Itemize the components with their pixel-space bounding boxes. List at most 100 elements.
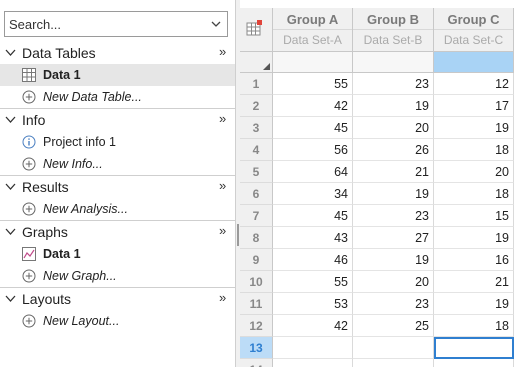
table-cell[interactable]: 17: [434, 95, 514, 117]
row-number[interactable]: 3: [240, 117, 273, 139]
column-header[interactable]: Group B Data Set-B: [353, 8, 434, 51]
table-cell[interactable]: 19: [434, 227, 514, 249]
table-cell[interactable]: 16: [434, 249, 514, 271]
table-cell[interactable]: 12: [434, 73, 514, 95]
column-header[interactable]: Group A Data Set-A: [273, 8, 353, 51]
table-cell[interactable]: 56: [273, 139, 353, 161]
row-number[interactable]: 1: [240, 73, 273, 95]
section-more-button[interactable]: »: [219, 290, 226, 305]
table-cell[interactable]: 18: [434, 183, 514, 205]
table-cell[interactable]: 23: [353, 293, 434, 315]
row-number[interactable]: 14: [240, 359, 273, 367]
section-header[interactable]: Graphs »: [0, 221, 235, 243]
row-number[interactable]: 7: [240, 205, 273, 227]
nav-item[interactable]: Data 1: [0, 64, 235, 86]
chevron-down-icon[interactable]: [5, 115, 16, 124]
row-number[interactable]: 8: [240, 227, 273, 249]
table-cell[interactable]: 15: [434, 205, 514, 227]
row-number[interactable]: 9: [240, 249, 273, 271]
section-more-button[interactable]: »: [219, 223, 226, 238]
chevron-down-icon[interactable]: [209, 16, 223, 32]
column-header[interactable]: Group C Data Set-C: [434, 8, 514, 51]
subcolumn-title-cell[interactable]: [273, 51, 353, 73]
table-cell[interactable]: 34: [273, 183, 353, 205]
table-cell[interactable]: 18: [434, 139, 514, 161]
table-cell[interactable]: 55: [273, 73, 353, 95]
section-header[interactable]: Data Tables »: [0, 42, 235, 64]
row-number[interactable]: 2: [240, 95, 273, 117]
section-header[interactable]: Layouts »: [0, 288, 235, 310]
table-cell[interactable]: 23: [353, 73, 434, 95]
row-number[interactable]: 10: [240, 271, 273, 293]
section-more-button[interactable]: »: [219, 44, 226, 59]
table-cell[interactable]: 19: [353, 249, 434, 271]
table-cell[interactable]: 55: [273, 271, 353, 293]
table-cell[interactable]: 19: [353, 95, 434, 117]
nav-item[interactable]: Data 1: [0, 243, 235, 265]
table-cell[interactable]: [353, 337, 434, 359]
search-placeholder: Search...: [9, 17, 62, 32]
nav-section-layouts: Layouts » New Layout...: [0, 288, 235, 332]
navigator-panel: Search... Data Tables » Data 1 New Data Tab…: [0, 0, 236, 367]
chevron-down-icon[interactable]: [5, 182, 16, 191]
title-row-header[interactable]: [240, 51, 273, 73]
section-more-button[interactable]: »: [219, 178, 226, 193]
table-cell[interactable]: 26: [353, 139, 434, 161]
chevron-down-icon[interactable]: [5, 48, 16, 57]
nav-item[interactable]: New Data Table...: [0, 86, 235, 108]
table-cell[interactable]: 21: [434, 271, 514, 293]
nav-item[interactable]: New Layout...: [0, 310, 235, 332]
row-number[interactable]: 12: [240, 315, 273, 337]
table-cell[interactable]: 45: [273, 117, 353, 139]
add-circle-icon: [22, 90, 36, 104]
nav-item[interactable]: New Info...: [0, 153, 235, 175]
row-number[interactable]: 11: [240, 293, 273, 315]
table-cell[interactable]: 53: [273, 293, 353, 315]
table-cell[interactable]: 20: [353, 117, 434, 139]
table-cell[interactable]: 25: [353, 315, 434, 337]
table-cell[interactable]: 42: [273, 95, 353, 117]
nav-item[interactable]: New Analysis...: [0, 198, 235, 220]
table-cell[interactable]: 21: [353, 161, 434, 183]
section-more-button[interactable]: »: [219, 111, 226, 126]
table-cell[interactable]: [273, 359, 353, 367]
row-number[interactable]: 13: [240, 337, 273, 359]
splitter-grip[interactable]: [237, 224, 239, 246]
table-cell[interactable]: 42: [273, 315, 353, 337]
nav-section-graphs: Graphs » Data 1 New Graph...: [0, 221, 235, 287]
chevron-down-icon[interactable]: [5, 294, 16, 303]
chevron-down-icon[interactable]: [5, 227, 16, 236]
table-cell[interactable]: 64: [273, 161, 353, 183]
row-number[interactable]: 4: [240, 139, 273, 161]
section-header[interactable]: Results »: [0, 176, 235, 198]
table-format-icon[interactable]: [246, 20, 263, 37]
subcolumn-title-cell[interactable]: [353, 51, 434, 73]
table-cell[interactable]: [434, 359, 514, 367]
table-cell[interactable]: 27: [353, 227, 434, 249]
table-corner[interactable]: [240, 8, 273, 51]
nav-item[interactable]: New Graph...: [0, 265, 235, 287]
section-header[interactable]: Info »: [0, 109, 235, 131]
subcolumn-title-cell[interactable]: [434, 51, 514, 73]
header-divider: [353, 29, 433, 30]
row-number[interactable]: 6: [240, 183, 273, 205]
table-cell[interactable]: [273, 337, 353, 359]
table-cell[interactable]: [434, 337, 514, 359]
table-cell[interactable]: 18: [434, 315, 514, 337]
table-cell[interactable]: 45: [273, 205, 353, 227]
table-cell[interactable]: 20: [434, 161, 514, 183]
table-cell[interactable]: 19: [353, 183, 434, 205]
table-cell[interactable]: 23: [353, 205, 434, 227]
table-cell[interactable]: 20: [353, 271, 434, 293]
table-cell[interactable]: [353, 359, 434, 367]
table-cell[interactable]: 19: [434, 117, 514, 139]
table-cell[interactable]: 46: [273, 249, 353, 271]
table-cell[interactable]: 19: [434, 293, 514, 315]
nav-item[interactable]: Project info 1: [0, 131, 235, 153]
row-number[interactable]: 5: [240, 161, 273, 183]
table-cell[interactable]: 43: [273, 227, 353, 249]
nav-item-label: New Analysis...: [43, 202, 128, 216]
add-circle-icon: [22, 157, 36, 171]
search-input[interactable]: Search...: [4, 11, 228, 37]
header-divider: [434, 29, 513, 30]
